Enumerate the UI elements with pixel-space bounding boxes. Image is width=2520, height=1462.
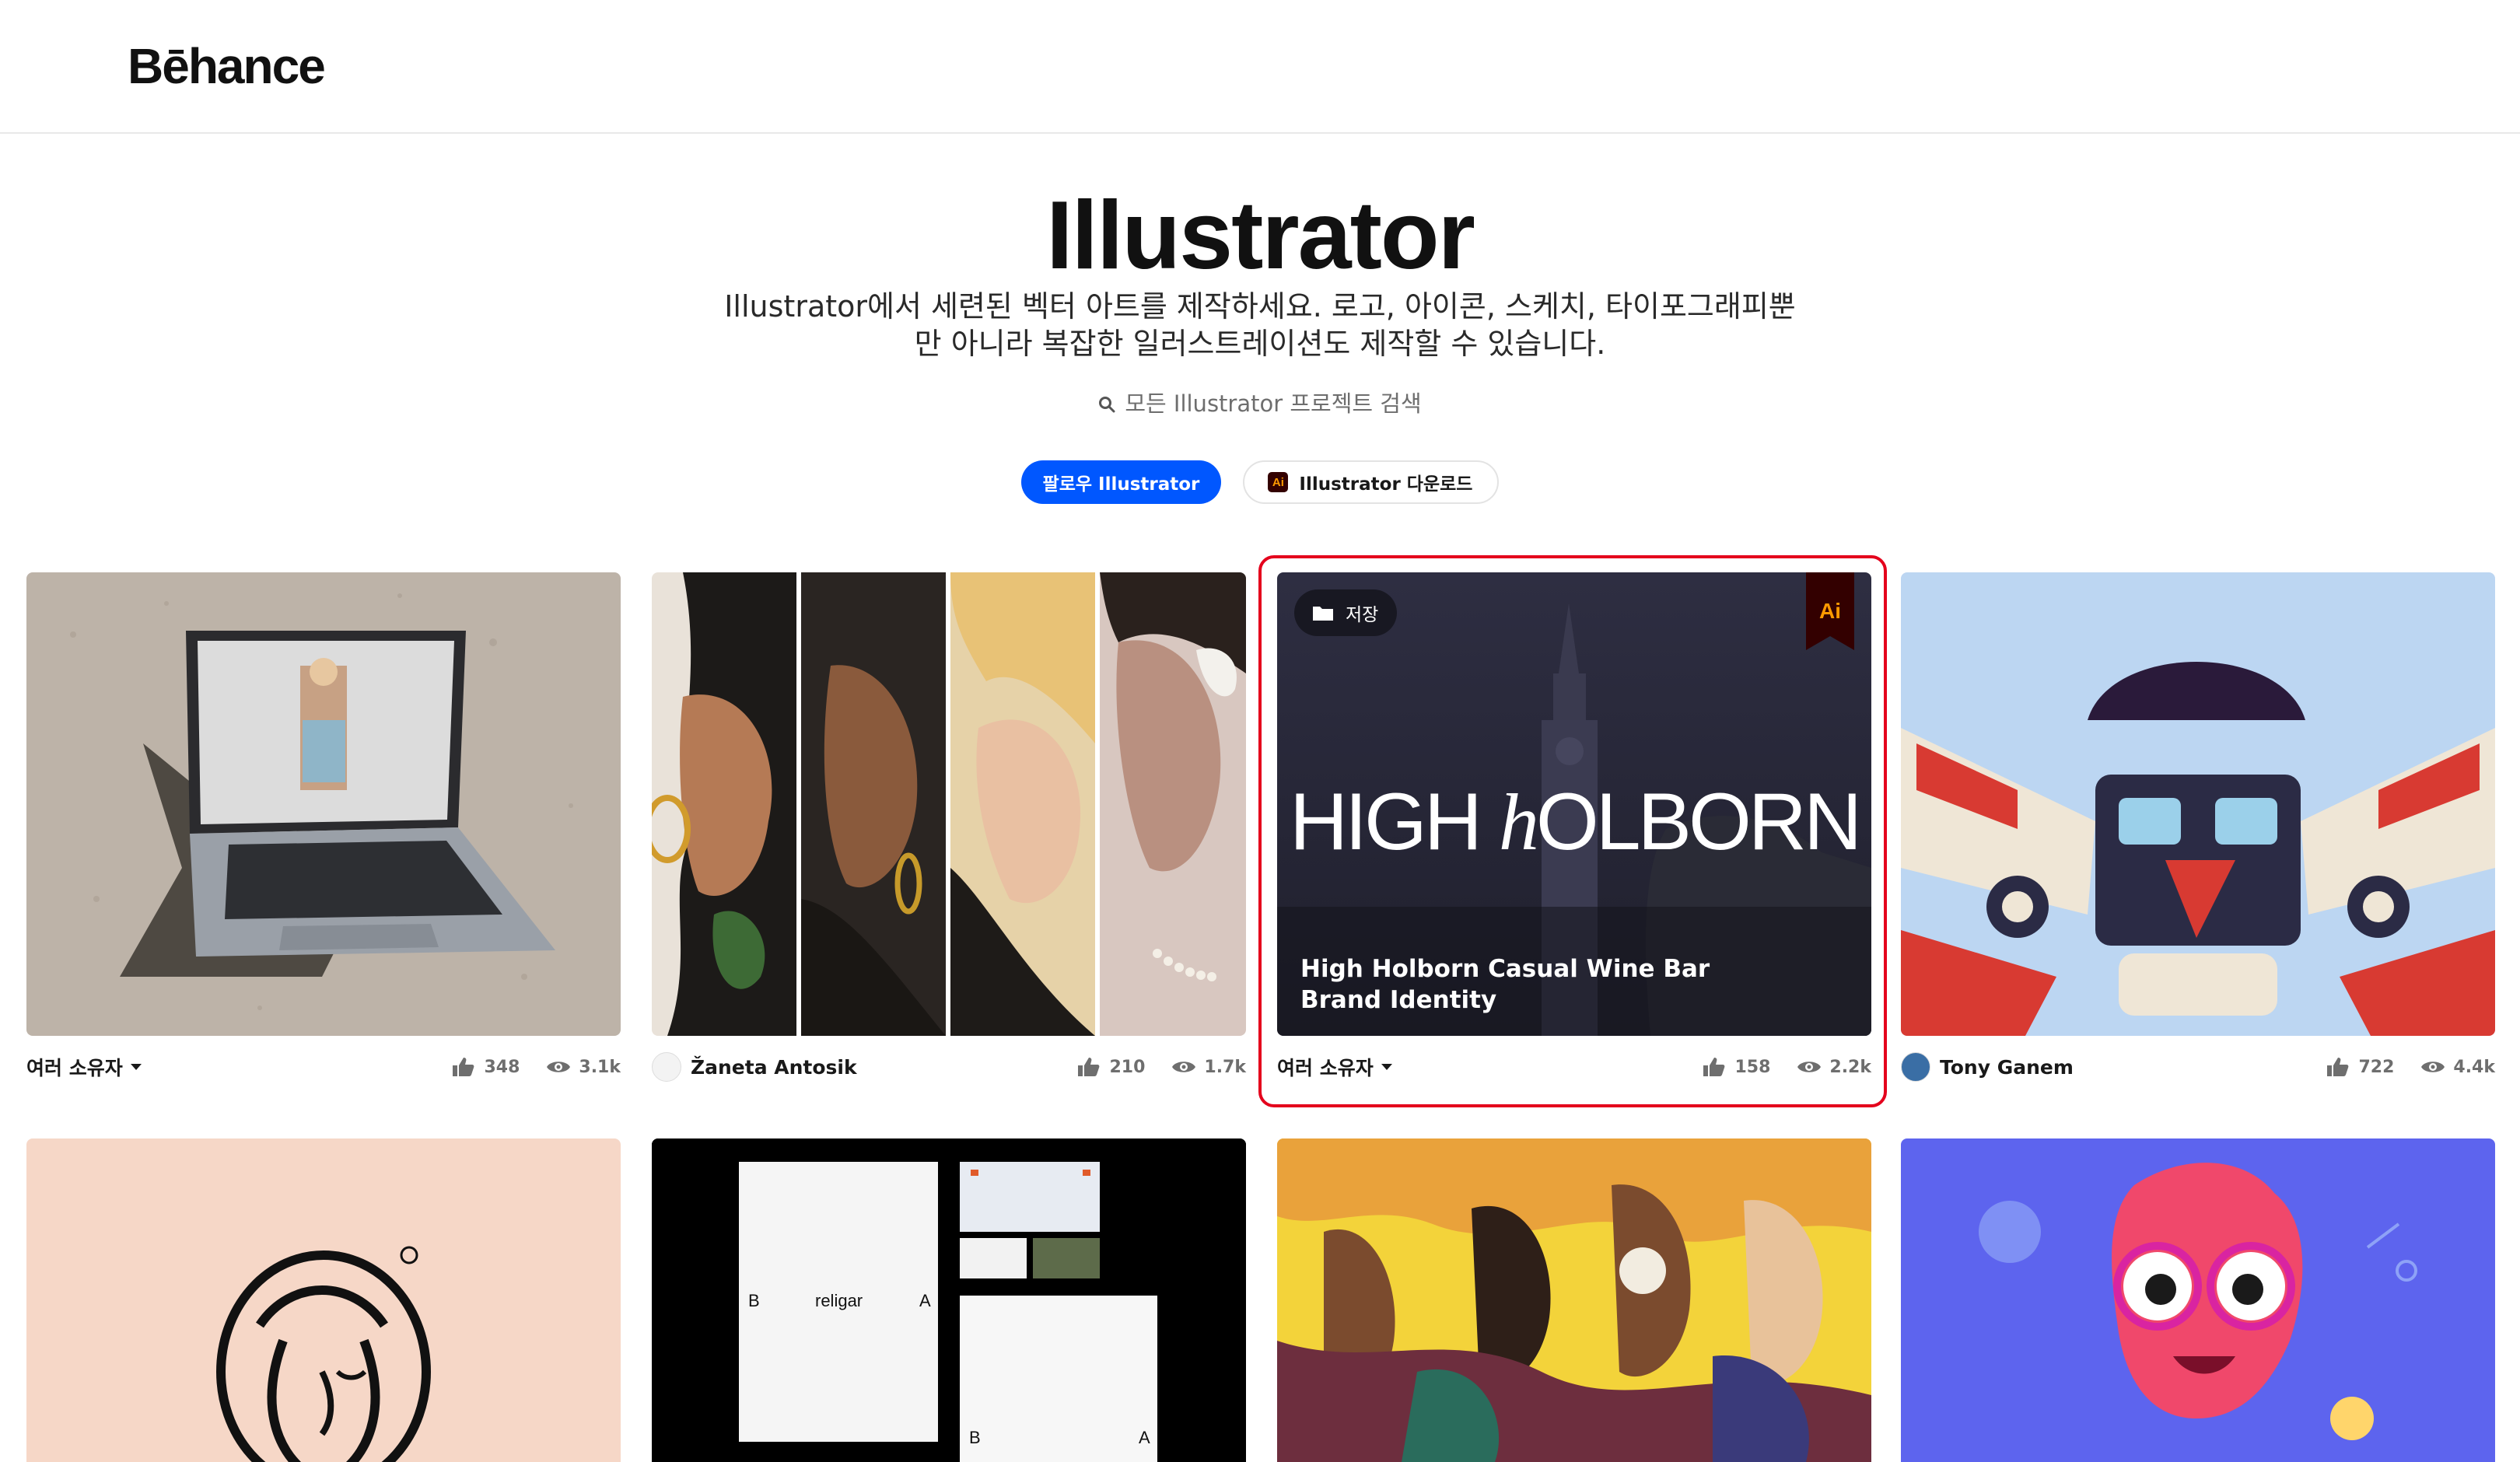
search-placeholder: 모든 Illustrator 프로젝트 검색	[1125, 390, 1422, 417]
search-icon	[1099, 397, 1115, 413]
woman-line-logo	[26, 1138, 621, 1462]
dancers-illustration	[1277, 1138, 1871, 1462]
owner-link[interactable]: Žaneta Antosik	[652, 1052, 857, 1082]
download-button[interactable]: Ai Illustrator 다운로드	[1243, 460, 1500, 504]
owner-dropdown[interactable]: 여러 소유자	[1277, 1053, 1392, 1081]
page-title: Illustrator	[1046, 182, 1475, 289]
folder-icon	[1313, 607, 1333, 621]
owner-dropdown[interactable]: 여러 소유자	[26, 1053, 142, 1081]
thumbs-up-icon	[1078, 1058, 1100, 1076]
wordmark-part-1: HIGH	[1289, 777, 1499, 867]
mockup-letter-a-2: A	[1139, 1428, 1150, 1447]
mockup-letter-a: A	[919, 1291, 931, 1310]
description-line-1: Illustrator에서 세련된 벡터 아트를 제작하세요. 로고, 아이콘,…	[724, 289, 1796, 324]
project-meta: Tony Ganem 722 4.4k	[1901, 1051, 2495, 1083]
project-thumbnail[interactable]	[1901, 572, 2495, 1036]
project-stats: 348 3.1k	[451, 1056, 621, 1078]
project-thumbnail[interactable]	[1901, 1138, 2495, 1462]
view-count: 2.2k	[1829, 1057, 1871, 1077]
like-count: 210	[1109, 1057, 1146, 1077]
avatar	[652, 1052, 681, 1082]
illustrator-app-icon: Ai	[1268, 472, 1289, 492]
project-stats: 210 1.7k	[1076, 1056, 1246, 1078]
owner-name: 여러 소유자	[1277, 1057, 1374, 1079]
like-count: 348	[484, 1057, 520, 1077]
save-label: 저장	[1346, 605, 1379, 625]
view-count: 1.7k	[1204, 1057, 1246, 1077]
avatar	[1901, 1052, 1930, 1082]
project-thumbnail[interactable]	[26, 572, 621, 1036]
portraits-illustration	[652, 572, 1246, 1036]
project-meta: Žaneta Antosik 210 1.7k	[652, 1051, 1246, 1083]
robot-illustration	[1901, 572, 2495, 1036]
mockup-letter-b-2: B	[969, 1428, 981, 1447]
project-thumbnail[interactable]: B religar A B A	[652, 1138, 1246, 1462]
3d-character-illustration	[1901, 1138, 2495, 1462]
view-count: 3.1k	[579, 1057, 621, 1077]
wordmark-part-2: h	[1498, 778, 1539, 867]
owner-link[interactable]: Tony Ganem	[1901, 1052, 2074, 1082]
project-thumbnail[interactable]	[652, 572, 1246, 1036]
project-title[interactable]: High Holborn Casual Wine Bar Brand Ident…	[1300, 953, 1767, 1016]
owner-name: Žaneta Antosik	[691, 1055, 857, 1079]
caret-down-icon	[130, 1064, 142, 1070]
wordmark-part-3: OLBORN	[1535, 777, 1862, 867]
like-count: 722	[2358, 1057, 2395, 1077]
description-line-2: 만 아니라 복잡한 일러스트레이션도 제작할 수 있습니다.	[914, 327, 1606, 361]
top-bar: Bēhance	[0, 0, 2520, 134]
owner-name: Tony Ganem	[1940, 1055, 2074, 1079]
cover-wordmark: HIGH hOLBORN	[1277, 776, 1871, 869]
project-search[interactable]: 모든 Illustrator 프로젝트 검색	[0, 386, 2520, 418]
hero-actions: 팔로우 Illustrator Ai Illustrator 다운로드	[0, 460, 2520, 504]
thumbs-up-icon[interactable]	[1702, 1056, 1727, 1078]
eye-icon	[1797, 1062, 1822, 1072]
like-count: 158	[1734, 1057, 1771, 1077]
save-button[interactable]: 저장	[1294, 589, 1398, 636]
laptop-image	[26, 572, 621, 1036]
project-stats: 158 2.2k	[1702, 1056, 1871, 1078]
project-thumbnail[interactable]	[26, 1138, 621, 1462]
behance-logo[interactable]: Bēhance	[128, 37, 326, 95]
project-thumbnail[interactable]: 저장 Ai HIGH hOLBORN High Holborn Casual W…	[1277, 572, 1871, 1036]
thumbs-up-icon	[453, 1058, 474, 1076]
project-meta: 여러 소유자 158 2.2k	[1277, 1051, 1871, 1083]
page-description: Illustrator에서 세련된 벡터 아트를 제작하세요. 로고, 아이콘,…	[716, 288, 1804, 362]
eye-icon	[1172, 1062, 1196, 1072]
project-meta: 여러 소유자 348 3.1k	[26, 1051, 621, 1083]
owner-name: 여러 소유자	[26, 1057, 123, 1079]
mockup-wordmark: religar	[815, 1291, 863, 1310]
project-thumbnail[interactable]	[1277, 1138, 1871, 1462]
thumbs-up-icon	[2327, 1058, 2349, 1076]
illustrator-badge: Ai	[1806, 572, 1854, 650]
stationery-mockup	[652, 1138, 1246, 1462]
follow-button[interactable]: 팔로우 Illustrator	[1020, 460, 1222, 504]
view-count: 4.4k	[2453, 1057, 2495, 1077]
project-stats: 722 4.4k	[2326, 1056, 2495, 1078]
mockup-letter-b: B	[748, 1291, 760, 1310]
caret-down-icon	[1381, 1064, 1392, 1070]
download-label: Illustrator 다운로드	[1299, 474, 1473, 495]
eye-icon	[547, 1062, 571, 1072]
ai-badge-text: Ai	[1819, 599, 1841, 623]
eye-icon	[2421, 1062, 2445, 1072]
